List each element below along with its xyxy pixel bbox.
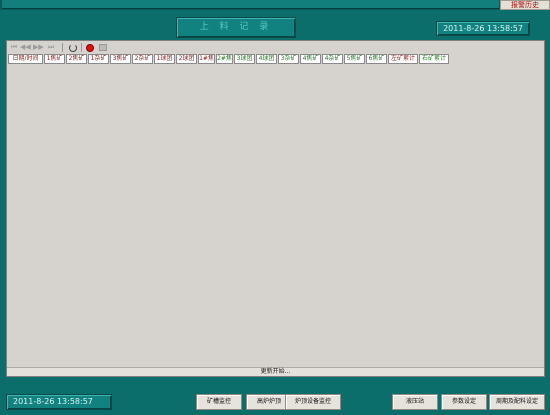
column-header[interactable]: 4焦矿 bbox=[300, 54, 321, 64]
column-header[interactable]: 1#焦 bbox=[198, 54, 215, 64]
column-header[interactable]: 日期/时间 bbox=[8, 54, 43, 64]
column-header[interactable]: 1焦矿 bbox=[44, 54, 65, 64]
nav-parameter-settings-button[interactable]: 参数设定 bbox=[441, 394, 487, 410]
nav-cycle-batch-settings-button[interactable]: 周期及配料设定 bbox=[489, 394, 545, 410]
record-toolbar: ⏮ ◀◀ ▶▶ ⏭ bbox=[7, 41, 544, 54]
column-header[interactable]: 4杂矿 bbox=[322, 54, 343, 64]
column-header[interactable]: 3杂矿 bbox=[278, 54, 299, 64]
column-header[interactable]: 3球团 bbox=[234, 54, 255, 64]
top-strip bbox=[2, 0, 499, 9]
footer-clock: 2011-8-26 13:58:57 bbox=[6, 394, 112, 410]
toolbar-divider bbox=[62, 43, 63, 52]
nav-hydraulic-station-button[interactable]: 液压站 bbox=[392, 394, 438, 410]
column-header[interactable]: 右矿累计 bbox=[419, 54, 449, 64]
status-text: 更新开始... bbox=[7, 367, 544, 376]
column-header[interactable]: 2焦矿 bbox=[66, 54, 87, 64]
next-record-icon[interactable]: ▶▶ bbox=[33, 43, 44, 52]
column-header[interactable]: 左矿累计 bbox=[388, 54, 418, 64]
last-record-icon[interactable]: ⏭ bbox=[46, 43, 56, 52]
column-header[interactable]: 5焦矿 bbox=[344, 54, 365, 64]
page-title: 上 料 记 录 bbox=[176, 17, 296, 38]
stop-icon[interactable] bbox=[86, 44, 94, 52]
header-clock: 2011-8-26 13:58:57 bbox=[436, 21, 530, 36]
column-header[interactable]: 6焦矿 bbox=[366, 54, 387, 64]
column-header[interactable]: 1杂矿 bbox=[88, 54, 109, 64]
previous-record-icon[interactable]: ◀◀ bbox=[20, 43, 31, 52]
refresh-icon[interactable] bbox=[69, 44, 77, 52]
records-panel: ⏮ ◀◀ ▶▶ ⏭ 日期/时间 1焦矿 2焦矿 1杂矿 3焦矿 2杂矿 1球团 2球团 1#焦 2… bbox=[6, 40, 545, 377]
nav-ore-bin-monitor-button[interactable]: 矿槽监控 bbox=[196, 394, 242, 410]
alarm-history-button[interactable]: 报警历史 bbox=[500, 0, 550, 10]
column-header[interactable]: 2杂矿 bbox=[132, 54, 153, 64]
column-header[interactable]: 4球团 bbox=[256, 54, 277, 64]
column-header[interactable]: 2球团 bbox=[176, 54, 197, 64]
nav-top-equipment-monitor-button[interactable]: 炉顶设备监控 bbox=[285, 394, 341, 410]
column-header[interactable]: 3焦矿 bbox=[110, 54, 131, 64]
print-icon[interactable] bbox=[99, 44, 107, 51]
column-header[interactable]: 1球团 bbox=[154, 54, 175, 64]
first-record-icon[interactable]: ⏮ bbox=[9, 43, 19, 52]
table-header-row: 日期/时间 1焦矿 2焦矿 1杂矿 3焦矿 2杂矿 1球团 2球团 1#焦 2#焦 3球团 4球团 3杂… bbox=[8, 54, 450, 64]
toolbar-divider bbox=[81, 43, 82, 52]
column-header[interactable]: 2#焦 bbox=[216, 54, 233, 64]
